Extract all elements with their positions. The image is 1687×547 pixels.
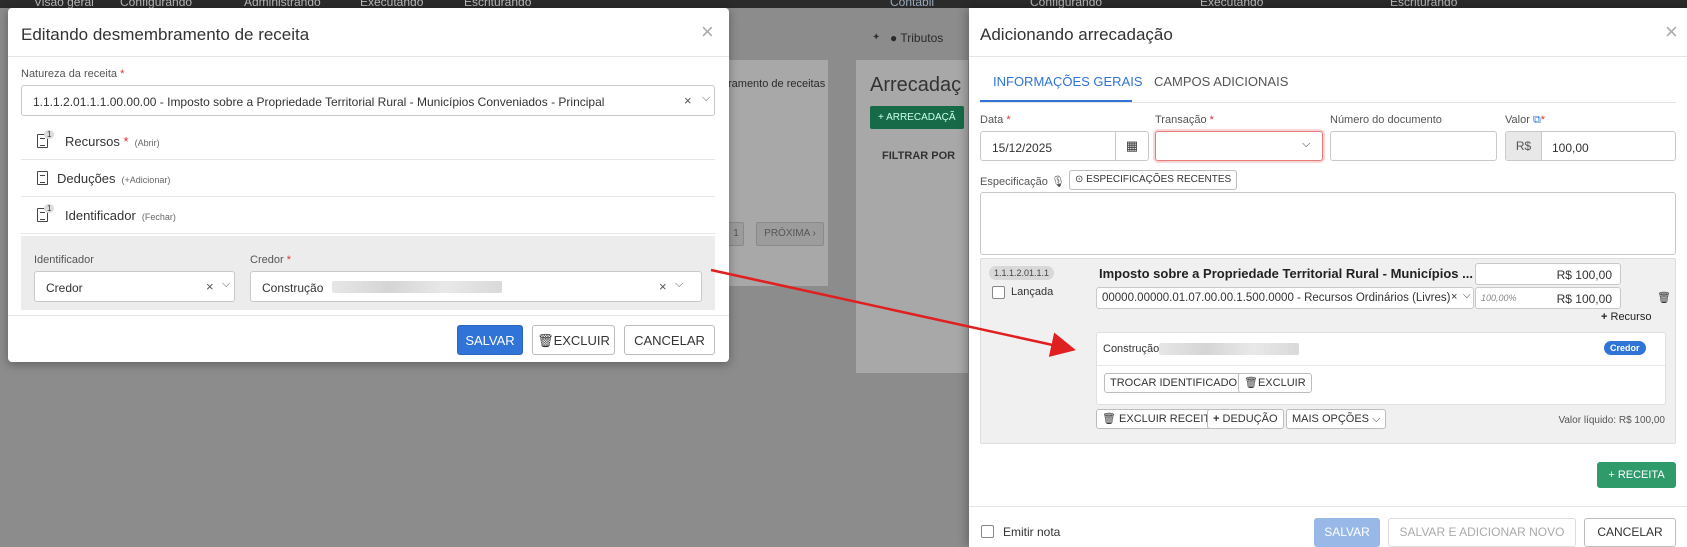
annotation-arrow bbox=[710, 268, 1076, 357]
